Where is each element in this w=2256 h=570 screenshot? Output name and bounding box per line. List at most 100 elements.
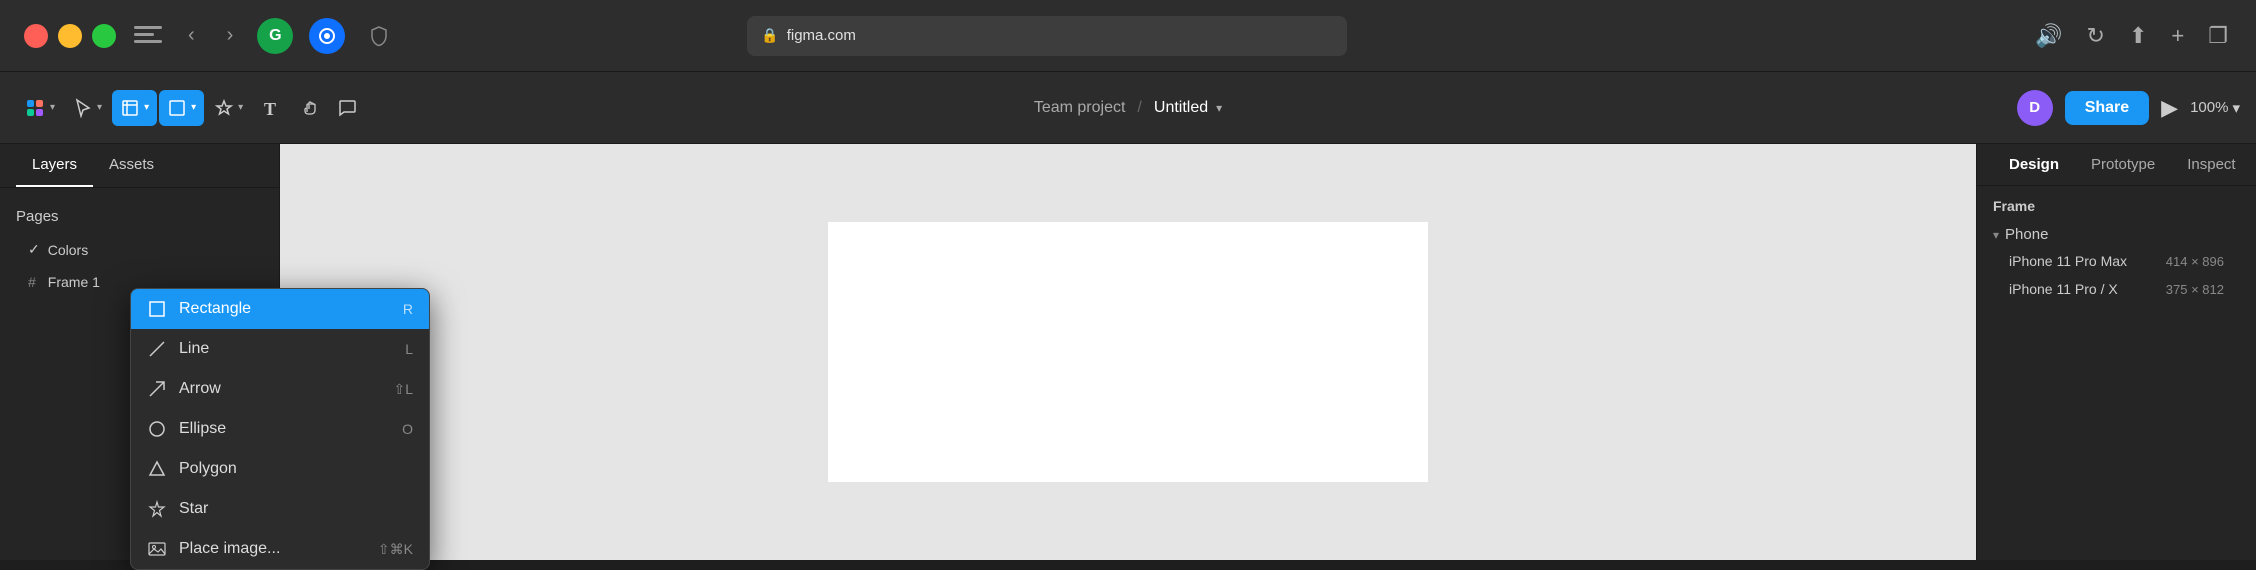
shape-tool-button[interactable]: ▾ — [159, 90, 204, 126]
file-dropdown-arrow[interactable]: ▾ — [1216, 101, 1222, 115]
line-shortcut: L — [405, 341, 413, 357]
toolbar-right: D Share ▶ 100% ▾ — [2017, 90, 2240, 126]
traffic-lights — [24, 24, 116, 48]
arrow-option[interactable]: Arrow ⇧L — [131, 369, 429, 409]
inspect-tab[interactable]: Inspect — [2171, 144, 2251, 185]
left-tool-group: ▾ ▾ ▾ ▾ — [16, 89, 365, 127]
path-separator: / — [1137, 99, 1141, 117]
ellipse-label: Ellipse — [179, 420, 226, 438]
assets-tab[interactable]: Assets — [93, 144, 170, 187]
polygon-option[interactable]: Polygon — [131, 449, 429, 489]
comment-tool-button[interactable] — [329, 90, 365, 126]
iphone11prox-name: iPhone 11 Pro / X — [2009, 281, 2118, 297]
hand-tool-button[interactable] — [291, 90, 327, 126]
url-text: figma.com — [787, 27, 856, 44]
toolbar-center: Team project / Untitled ▾ — [1034, 99, 1222, 117]
phone-group-header[interactable]: ▾ Phone — [1993, 222, 2240, 247]
browser-actions: 🔊 ↻ ⬆ + ❐ — [2031, 19, 2232, 53]
star-option[interactable]: Star — [131, 489, 429, 529]
rectangle-shortcut: R — [403, 301, 413, 317]
arrow-label: Arrow — [179, 380, 221, 398]
hash-icon: # — [28, 274, 36, 290]
check-icon: ✓ — [28, 241, 40, 258]
iphone11promax-item[interactable]: iPhone 11 Pro Max 414 × 896 — [1993, 247, 2240, 275]
line-option[interactable]: Line L — [131, 329, 429, 369]
onepassword-button[interactable] — [309, 18, 345, 54]
place-image-label: Place image... — [179, 540, 280, 558]
panel-tabs: Layers Assets — [0, 144, 279, 188]
volume-icon[interactable]: 🔊 — [2031, 19, 2066, 53]
iphone11prox-item[interactable]: iPhone 11 Pro / X 375 × 812 — [1993, 275, 2240, 303]
play-button[interactable]: ▶ — [2161, 95, 2178, 121]
colors-page-item[interactable]: ✓ Colors — [16, 233, 263, 266]
place-image-option[interactable]: Place image... ⇧⌘K — [131, 529, 429, 569]
phone-group-label: Phone — [2005, 226, 2048, 243]
rectangle-icon — [147, 299, 167, 319]
prototype-tab[interactable]: Prototype — [2075, 144, 2171, 185]
line-label: Line — [179, 340, 209, 358]
design-tab[interactable]: Design — [1993, 144, 2075, 185]
browser-chrome: ‹ › G 🔒 figma.com 🔊 ↻ ⬆ + ❐ — [0, 0, 2256, 72]
share-browser-button[interactable]: ⬆ — [2125, 19, 2151, 53]
main-menu-button[interactable]: ▾ — [16, 89, 63, 127]
iphone11prox-size: 375 × 812 — [2166, 282, 2224, 297]
ellipse-option[interactable]: Ellipse O — [131, 409, 429, 449]
layers-tab[interactable]: Layers — [16, 144, 93, 187]
shield-button[interactable] — [361, 18, 397, 54]
back-button[interactable]: ‹ — [180, 20, 203, 51]
file-name: Untitled — [1154, 99, 1208, 117]
place-image-icon — [147, 539, 167, 559]
frame-section-title: Frame — [1993, 198, 2240, 214]
sidebar-toggle-button[interactable] — [132, 24, 164, 48]
shape-tool-chevron: ▾ — [191, 102, 196, 113]
main-menu-chevron: ▾ — [50, 102, 55, 113]
minimize-button[interactable] — [58, 24, 82, 48]
rectangle-option[interactable]: Rectangle R — [131, 289, 429, 329]
zoom-control[interactable]: 100% ▾ — [2190, 99, 2240, 117]
line-icon — [147, 339, 167, 359]
right-panel-tabs: Design Prototype Inspect — [1977, 144, 2256, 186]
pen-tool-button[interactable]: ▾ — [206, 90, 251, 126]
avatar[interactable]: D — [2017, 90, 2053, 126]
canvas-frame — [828, 222, 1428, 482]
frame1-page-label: Frame 1 — [48, 274, 100, 290]
project-name: Team project — [1034, 99, 1126, 117]
tabs-button[interactable]: ❐ — [2204, 19, 2232, 53]
arrow-icon — [147, 379, 167, 399]
colors-page-label: Colors — [48, 242, 88, 258]
svg-text:T: T — [264, 99, 276, 118]
add-tab-button[interactable]: + — [2167, 19, 2188, 53]
pen-tool-chevron: ▾ — [238, 102, 243, 113]
ellipse-icon — [147, 419, 167, 439]
move-tool-chevron: ▾ — [97, 102, 102, 113]
right-panel: Design Prototype Inspect Frame ▾ Phone i… — [1976, 144, 2256, 560]
phone-group-arrow: ▾ — [1993, 228, 1999, 242]
polygon-label: Polygon — [179, 460, 237, 478]
lock-icon: 🔒 — [761, 27, 778, 44]
forward-button[interactable]: › — [219, 20, 242, 51]
main-content: Layers Assets Pages ✓ Colors # Frame 1 — [0, 144, 2256, 560]
place-image-shortcut: ⇧⌘K — [378, 541, 413, 558]
iphone11promax-size: 414 × 896 — [2166, 254, 2224, 269]
star-icon — [147, 499, 167, 519]
frame-tool-chevron: ▾ — [144, 102, 149, 113]
move-tool-button[interactable]: ▾ — [65, 90, 110, 126]
phone-frame-group: ▾ Phone iPhone 11 Pro Max 414 × 896 iPho… — [1993, 222, 2240, 303]
star-label: Star — [179, 500, 208, 518]
share-button[interactable]: Share — [2065, 91, 2149, 125]
canvas-area[interactable] — [280, 144, 1976, 560]
frame-tool-button[interactable]: ▾ — [112, 90, 157, 126]
rectangle-label: Rectangle — [179, 300, 251, 318]
refresh-button[interactable]: ↻ — [2083, 19, 2109, 53]
iphone11promax-name: iPhone 11 Pro Max — [2009, 253, 2127, 269]
close-button[interactable] — [24, 24, 48, 48]
polygon-icon — [147, 459, 167, 479]
ellipse-shortcut: O — [402, 421, 413, 437]
text-tool-button[interactable]: T — [253, 90, 289, 126]
pages-header[interactable]: Pages — [16, 200, 263, 233]
shape-dropdown: Rectangle R Line L — [130, 288, 430, 570]
grammarly-button[interactable]: G — [257, 18, 293, 54]
figma-toolbar: ▾ ▾ ▾ ▾ — [0, 72, 2256, 144]
maximize-button[interactable] — [92, 24, 116, 48]
address-bar[interactable]: 🔒 figma.com — [747, 16, 1347, 56]
